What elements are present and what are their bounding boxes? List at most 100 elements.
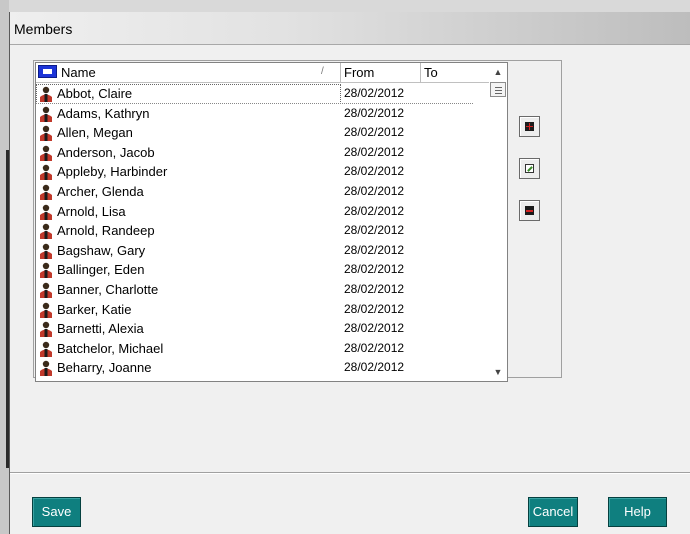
scroll-up-arrow-icon[interactable]: ▲ bbox=[489, 63, 507, 81]
column-header-from-label: From bbox=[344, 65, 375, 80]
table-row[interactable]: Arnold, Lisa 28/02/2012 bbox=[36, 202, 491, 222]
member-name-cell: Arnold, Lisa bbox=[36, 202, 341, 222]
person-icon bbox=[39, 145, 53, 161]
scroll-down-arrow-icon[interactable]: ▼ bbox=[489, 363, 507, 381]
title-bar[interactable]: Members bbox=[10, 12, 690, 45]
remove-member-button[interactable] bbox=[519, 200, 540, 221]
table-row[interactable]: Allen, Megan 28/02/2012 bbox=[36, 123, 491, 143]
member-from-date: 28/02/2012 bbox=[344, 360, 405, 375]
table-row[interactable]: Beharry, Joanne 28/02/2012 bbox=[36, 358, 491, 378]
member-name-cell: Ballinger, Eden bbox=[36, 260, 341, 280]
member-from-date: 28/02/2012 bbox=[344, 125, 405, 140]
member-name-cell: Abbot, Claire bbox=[36, 84, 341, 104]
person-icon bbox=[39, 243, 53, 259]
member-name: Beharry, Joanne bbox=[57, 360, 152, 376]
person-icon bbox=[39, 204, 53, 220]
save-button[interactable]: Save bbox=[32, 497, 81, 527]
member-name: Barnetti, Alexia bbox=[57, 321, 144, 337]
member-name: Appleby, Harbinder bbox=[57, 164, 168, 180]
person-icon bbox=[39, 106, 53, 122]
plus-icon bbox=[525, 122, 534, 131]
member-from-date: 28/02/2012 bbox=[344, 301, 405, 316]
member-name: Adams, Kathryn bbox=[57, 105, 150, 121]
background-edge bbox=[0, 0, 9, 534]
minus-icon bbox=[525, 206, 534, 215]
help-button[interactable]: Help bbox=[608, 497, 667, 527]
person-icon bbox=[39, 164, 53, 181]
member-name: Abbot, Claire bbox=[57, 86, 133, 101]
member-name-cell: Allen, Megan bbox=[36, 123, 341, 143]
person-icon bbox=[39, 86, 53, 102]
table-row[interactable]: Batchelor, Michael 28/02/2012 bbox=[36, 339, 491, 359]
member-name-cell: Bagshaw, Gary bbox=[36, 241, 341, 261]
table-row[interactable]: Barnetti, Alexia 28/02/2012 bbox=[36, 319, 491, 339]
member-from-date: 28/02/2012 bbox=[344, 340, 405, 355]
member-from-date: 28/02/2012 bbox=[344, 242, 405, 257]
member-from-date: 28/02/2012 bbox=[344, 164, 405, 179]
member-name-cell: Appleby, Harbinder bbox=[36, 162, 341, 182]
member-name-cell: Barnetti, Alexia bbox=[36, 319, 341, 339]
window-title: Members bbox=[14, 21, 73, 37]
person-icon bbox=[39, 321, 53, 338]
person-icon bbox=[39, 223, 53, 240]
member-name-cell: Anderson, Jacob bbox=[36, 143, 341, 163]
content-area: Name / From To Abbot, Claire 28/02/2012 Ad… bbox=[10, 46, 690, 472]
person-icon bbox=[39, 360, 53, 377]
person-icon bbox=[39, 125, 53, 142]
column-header-name[interactable]: Name / bbox=[36, 63, 341, 83]
member-name-cell: Batchelor, Michael bbox=[36, 339, 341, 359]
member-from-date: 28/02/2012 bbox=[344, 86, 405, 100]
member-name: Ballinger, Eden bbox=[57, 262, 145, 278]
person-icon bbox=[39, 184, 53, 200]
member-from-date: 28/02/2012 bbox=[344, 223, 405, 238]
member-from-date: 28/02/2012 bbox=[344, 183, 405, 198]
member-name-cell: Banner, Charlotte bbox=[36, 280, 341, 300]
add-member-button[interactable] bbox=[519, 116, 540, 137]
member-from-date: 28/02/2012 bbox=[344, 105, 405, 120]
member-from-date: 28/02/2012 bbox=[344, 203, 405, 218]
members-window: Members Name / From To Abbot, Claire 28/0… bbox=[9, 12, 690, 534]
member-name: Allen, Megan bbox=[57, 125, 133, 141]
scroll-thumb[interactable] bbox=[490, 82, 506, 97]
list-header: Name / From To bbox=[36, 63, 491, 83]
member-name: Banner, Charlotte bbox=[57, 281, 159, 297]
table-row[interactable]: Archer, Glenda 28/02/2012 bbox=[36, 182, 491, 202]
member-name: Bagshaw, Gary bbox=[57, 242, 146, 258]
member-name-cell: Arnold, Randeep bbox=[36, 221, 341, 241]
table-row[interactable]: Abbot, Claire 28/02/2012 bbox=[36, 84, 491, 104]
table-row[interactable]: Ballinger, Eden 28/02/2012 bbox=[36, 260, 491, 280]
member-name: Archer, Glenda bbox=[57, 183, 144, 199]
cancel-button[interactable]: Cancel bbox=[528, 497, 578, 527]
table-row[interactable]: Banner, Charlotte 28/02/2012 bbox=[36, 280, 491, 300]
sort-indicator-icon: / bbox=[321, 66, 324, 77]
vertical-scrollbar[interactable]: ▲ ▼ bbox=[489, 63, 507, 381]
member-name: Arnold, Lisa bbox=[57, 203, 126, 219]
list-view-icon bbox=[38, 65, 57, 78]
column-header-to-label: To bbox=[424, 65, 438, 80]
table-row[interactable]: Adams, Kathryn 28/02/2012 bbox=[36, 104, 491, 124]
column-header-to[interactable]: To bbox=[421, 63, 481, 83]
member-from-date: 28/02/2012 bbox=[344, 321, 405, 336]
list-rows: Abbot, Claire 28/02/2012 Adams, Kathryn 28/… bbox=[36, 84, 491, 378]
members-list[interactable]: Name / From To Abbot, Claire 28/02/2012 Ad… bbox=[35, 62, 508, 382]
member-from-date: 28/02/2012 bbox=[344, 281, 405, 296]
person-icon bbox=[39, 302, 53, 318]
column-header-from[interactable]: From bbox=[341, 63, 421, 83]
table-row[interactable]: Appleby, Harbinder 28/02/2012 bbox=[36, 162, 491, 182]
table-row[interactable]: Arnold, Randeep 28/02/2012 bbox=[36, 221, 491, 241]
column-header-name-label: Name bbox=[61, 65, 96, 80]
member-name-cell: Adams, Kathryn bbox=[36, 104, 341, 124]
member-name: Anderson, Jacob bbox=[57, 144, 155, 160]
person-icon bbox=[39, 282, 53, 298]
person-icon bbox=[39, 262, 53, 279]
table-row[interactable]: Bagshaw, Gary 28/02/2012 bbox=[36, 241, 491, 261]
member-from-date: 28/02/2012 bbox=[344, 144, 405, 159]
person-icon bbox=[39, 341, 53, 357]
pencil-icon bbox=[525, 164, 534, 173]
edit-member-button[interactable] bbox=[519, 158, 540, 179]
table-row[interactable]: Barker, Katie 28/02/2012 bbox=[36, 300, 491, 320]
table-row[interactable]: Anderson, Jacob 28/02/2012 bbox=[36, 143, 491, 163]
member-name-cell: Archer, Glenda bbox=[36, 182, 341, 202]
member-name-cell: Barker, Katie bbox=[36, 300, 341, 320]
member-from-date: 28/02/2012 bbox=[344, 262, 405, 277]
